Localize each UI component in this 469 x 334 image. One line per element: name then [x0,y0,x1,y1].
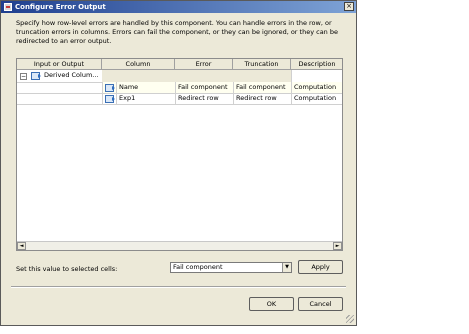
column-divider [102,82,103,104]
cell-description: Computation [294,94,337,102]
table-row[interactable]: Exp1 Redirect row Redirect row Computati… [102,93,342,104]
collapse-expander[interactable]: − [20,73,27,80]
cell-truncation[interactable]: Redirect row [233,93,291,104]
title-bar[interactable]: Configure Error Output × [1,1,356,13]
column-icon [105,95,115,103]
description-text: Specify how row-level errors are handled… [16,19,338,45]
column-divider [116,82,117,104]
scroll-left-button[interactable]: ◄ [17,242,26,250]
cell-truncation[interactable]: Fail component [233,82,291,93]
cell-column: Exp1 [119,94,136,102]
cell-description: Computation [294,83,337,91]
column-header-description[interactable]: Description [291,59,342,70]
column-divider [233,82,234,104]
set-value-label: Set this value to selected cells: [16,265,118,273]
configure-error-output-dialog: Configure Error Output × Specify how row… [0,0,357,326]
horizontal-scrollbar[interactable]: ◄ ► [17,241,342,250]
column-header-truncation[interactable]: Truncation [233,59,291,70]
apply-button[interactable]: Apply [298,260,343,274]
chevron-down-icon[interactable]: ▼ [282,263,291,272]
column-header-error[interactable]: Error [175,59,233,70]
ok-button[interactable]: OK [249,297,294,311]
error-output-grid[interactable]: Input or Output Column Error Truncation … [16,58,343,251]
cell-error[interactable]: Fail component [175,82,233,93]
column-header-column[interactable]: Column [102,59,175,70]
grip-icon[interactable] [346,315,354,323]
row-divider [17,104,342,105]
parent-row-filler [102,70,291,82]
column-icon [105,84,115,92]
column-divider [291,70,292,104]
set-value-selected: Fail component [173,263,223,271]
cell-error[interactable]: Redirect row [175,93,233,104]
close-button[interactable]: × [344,2,354,11]
dialog-icon [4,3,12,11]
column-header-input-or-output[interactable]: Input or Output [17,59,102,70]
cell-column: Name [119,83,139,91]
scroll-right-button[interactable]: ► [333,242,342,250]
footer-separator [11,286,346,288]
window-title: Configure Error Output [15,3,106,11]
parent-row-label: Derived Colum... [44,71,99,79]
set-value-dropdown[interactable]: Fail component ▼ [170,262,292,273]
column-divider [175,82,176,104]
cancel-button[interactable]: Cancel [298,297,343,311]
component-icon [31,72,41,80]
table-row[interactable]: Name Fail component Fail component Compu… [102,82,342,93]
table-row-parent[interactable]: − Derived Colum... [17,70,342,82]
